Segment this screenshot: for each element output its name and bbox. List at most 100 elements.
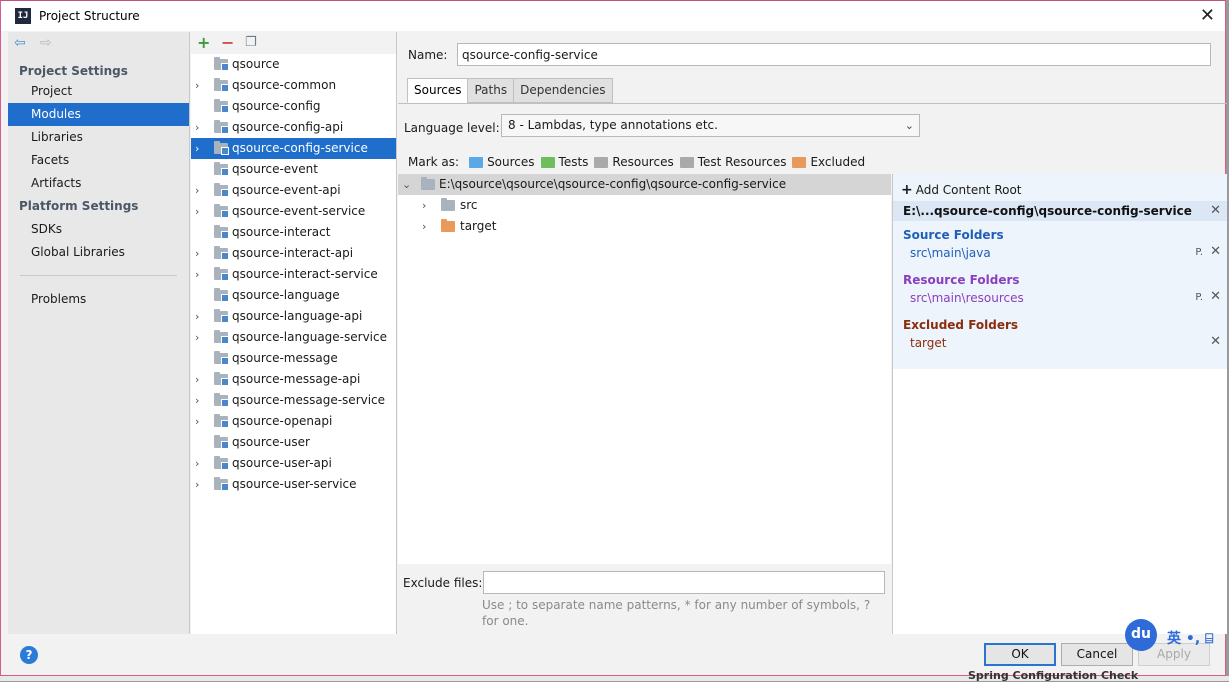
module-row[interactable]: › qsource-user-service bbox=[191, 474, 396, 495]
ime-toolbar[interactable]: 英 •, ⌸ bbox=[1167, 628, 1213, 648]
module-row[interactable]: › qsource-config-service bbox=[191, 138, 396, 159]
add-module-icon[interactable]: + bbox=[197, 33, 210, 52]
close-icon[interactable]: ✕ bbox=[1200, 5, 1215, 26]
remove-resource-folder-icon[interactable]: ✕ bbox=[1210, 289, 1221, 304]
mark-test-resources-button[interactable]: Test Resources bbox=[679, 155, 786, 169]
nav-item-libraries[interactable]: Libraries bbox=[8, 126, 189, 149]
module-row[interactable]: › qsource-config-api bbox=[191, 117, 396, 138]
chevron-right-icon[interactable]: › bbox=[195, 201, 199, 222]
folder-icon bbox=[441, 198, 455, 211]
module-row[interactable]: qsource-message bbox=[191, 348, 396, 369]
module-name: qsource-openapi bbox=[232, 414, 333, 428]
chevron-right-icon[interactable]: › bbox=[195, 390, 199, 411]
chevron-right-icon[interactable]: › bbox=[195, 453, 199, 474]
edit-properties-icon[interactable]: P. bbox=[1195, 247, 1203, 258]
help-icon[interactable]: ? bbox=[20, 646, 38, 664]
sources-folder-icon bbox=[469, 156, 484, 168]
module-row[interactable]: qsource-language bbox=[191, 285, 396, 306]
language-level-label: Language level: bbox=[404, 121, 500, 135]
mark-as-label: Mark as: bbox=[408, 155, 460, 169]
module-row[interactable]: › qsource-user-api bbox=[191, 453, 396, 474]
edit-properties-icon[interactable]: P. bbox=[1195, 292, 1203, 303]
folder-icon bbox=[421, 177, 435, 190]
exclude-files-input[interactable] bbox=[483, 571, 885, 594]
chevron-right-icon[interactable]: › bbox=[195, 138, 199, 159]
nav-item-modules[interactable]: Modules bbox=[8, 103, 189, 126]
tab-dependencies[interactable]: Dependencies bbox=[513, 78, 613, 103]
remove-source-folder-icon[interactable]: ✕ bbox=[1210, 244, 1221, 259]
add-content-root-button[interactable]: + Add Content Root bbox=[901, 182, 1022, 198]
module-folder-icon bbox=[214, 225, 229, 239]
resource-folders-header: Resource Folders bbox=[903, 273, 1020, 287]
ok-button[interactable]: OK bbox=[984, 643, 1056, 666]
module-row[interactable]: › qsource-event-service bbox=[191, 201, 396, 222]
tests-folder-icon bbox=[540, 156, 555, 168]
module-name-input[interactable] bbox=[457, 43, 1211, 66]
copy-module-icon[interactable]: ❐ bbox=[245, 35, 257, 50]
module-row[interactable]: qsource bbox=[191, 54, 396, 75]
module-row[interactable]: › qsource-interact-api bbox=[191, 243, 396, 264]
tree-row-src[interactable]: › src bbox=[398, 195, 891, 216]
module-tabs: Sources Paths Dependencies bbox=[407, 78, 613, 103]
module-row[interactable]: › qsource-language-api bbox=[191, 306, 396, 327]
content-root-details: + Add Content Root E:\...qsource-config\q… bbox=[893, 174, 1227, 369]
module-row[interactable]: qsource-config bbox=[191, 96, 396, 117]
tab-paths[interactable]: Paths bbox=[467, 78, 515, 103]
nav-item-artifacts[interactable]: Artifacts bbox=[8, 172, 189, 195]
nav-item-facets[interactable]: Facets bbox=[8, 149, 189, 172]
mark-resources-button[interactable]: Resources bbox=[594, 155, 674, 169]
forward-arrow-icon[interactable]: ⇨ bbox=[40, 35, 52, 51]
back-arrow-icon[interactable]: ⇦ bbox=[14, 35, 26, 51]
module-row[interactable]: qsource-interact bbox=[191, 222, 396, 243]
module-folder-icon bbox=[214, 246, 229, 260]
nav-divider bbox=[20, 275, 177, 276]
chevron-right-icon[interactable]: › bbox=[195, 243, 199, 264]
excluded-folder-icon bbox=[441, 219, 455, 232]
chevron-right-icon[interactable]: › bbox=[195, 306, 199, 327]
remove-content-root-icon[interactable]: ✕ bbox=[1210, 201, 1221, 221]
nav-item-global-libraries[interactable]: Global Libraries bbox=[8, 241, 189, 264]
tree-row-target[interactable]: › target bbox=[398, 216, 891, 237]
module-row[interactable]: qsource-user bbox=[191, 432, 396, 453]
chevron-right-icon[interactable]: › bbox=[195, 117, 199, 138]
chevron-right-icon[interactable]: › bbox=[195, 75, 199, 96]
chevron-right-icon[interactable]: › bbox=[195, 264, 199, 285]
remove-excluded-folder-icon[interactable]: ✕ bbox=[1210, 334, 1221, 349]
chevron-right-icon[interactable]: › bbox=[195, 327, 199, 348]
module-name: qsource-interact-api bbox=[232, 246, 354, 260]
nav-history: ⇦ ⇨ bbox=[8, 32, 189, 56]
mark-excluded-button[interactable]: Excluded bbox=[792, 155, 865, 169]
module-folder-icon bbox=[214, 120, 229, 134]
ime-baidu-icon[interactable]: du bbox=[1125, 619, 1157, 651]
tree-root-row[interactable]: ⌄ E:\qsource\qsource\qsource-config\qsou… bbox=[398, 174, 891, 195]
tab-sources[interactable]: Sources bbox=[407, 78, 469, 103]
module-folder-icon bbox=[214, 57, 229, 71]
module-row[interactable]: › qsource-event-api bbox=[191, 180, 396, 201]
chevron-right-icon[interactable]: › bbox=[195, 411, 199, 432]
remove-module-icon[interactable]: − bbox=[221, 33, 234, 52]
module-row[interactable]: › qsource-common bbox=[191, 75, 396, 96]
language-level-select[interactable]: 8 - Lambdas, type annotations etc. ⌄ bbox=[501, 114, 920, 137]
module-row[interactable]: › qsource-message-service bbox=[191, 390, 396, 411]
nav-item-project[interactable]: Project bbox=[8, 80, 189, 103]
tab-divider bbox=[398, 103, 1227, 104]
cancel-button[interactable]: Cancel bbox=[1061, 643, 1133, 666]
nav-item-problems[interactable]: Problems bbox=[8, 288, 189, 311]
chevron-right-icon[interactable]: › bbox=[195, 474, 199, 495]
nav-item-sdks[interactable]: SDKs bbox=[8, 218, 189, 241]
mark-tests-button[interactable]: Tests bbox=[540, 155, 588, 169]
module-row[interactable]: › qsource-interact-service bbox=[191, 264, 396, 285]
source-folders-header: Source Folders bbox=[903, 228, 1004, 242]
module-folder-icon bbox=[214, 309, 229, 323]
chevron-right-icon[interactable]: › bbox=[422, 216, 426, 237]
module-row[interactable]: › qsource-language-service bbox=[191, 327, 396, 348]
module-row[interactable]: › qsource-openapi bbox=[191, 411, 396, 432]
chevron-right-icon[interactable]: › bbox=[195, 180, 199, 201]
module-row[interactable]: › qsource-message-api bbox=[191, 369, 396, 390]
chevron-right-icon[interactable]: › bbox=[422, 195, 426, 216]
module-name: qsource bbox=[232, 57, 280, 71]
mark-sources-button[interactable]: Sources bbox=[469, 155, 535, 169]
chevron-right-icon[interactable]: › bbox=[195, 369, 199, 390]
chevron-down-icon[interactable]: ⌄ bbox=[402, 174, 411, 195]
module-row[interactable]: qsource-event bbox=[191, 159, 396, 180]
